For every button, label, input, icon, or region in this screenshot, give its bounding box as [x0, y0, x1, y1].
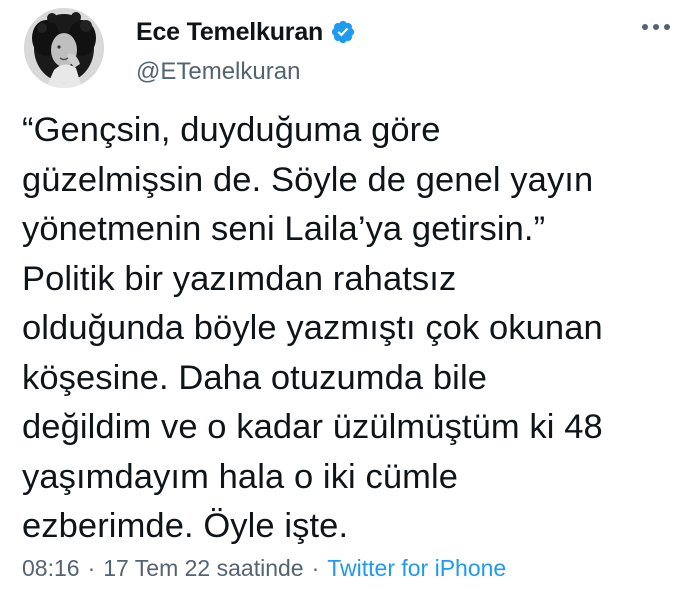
meta-separator: ·: [87, 555, 96, 581]
tweet-time[interactable]: 08:16: [22, 555, 80, 581]
avatar[interactable]: [24, 8, 104, 88]
tweet-text: “Gençsin, duyduğuma göre güzelmişsin de.…: [22, 111, 603, 545]
meta-separator: ·: [311, 555, 320, 581]
name-row: Ece Temelkuran: [136, 14, 356, 50]
author-handle[interactable]: @ETemelkuran: [136, 58, 356, 86]
tweet-meta: 08:16 · 17 Tem 22 saatinde · Twitter for iPh…: [22, 555, 506, 582]
avatar-photo-icon: [24, 8, 104, 88]
display-name[interactable]: Ece Temelkuran: [136, 18, 323, 47]
tweet-source-link[interactable]: Twitter for iPhone: [327, 555, 506, 581]
author-identity: Ece Temelkuran @ETemelkuran: [136, 14, 356, 86]
verified-badge-icon: [330, 19, 356, 45]
tweet-date[interactable]: 17 Tem 22 saatinde: [103, 555, 303, 581]
more-options-icon[interactable]: [638, 12, 674, 42]
tweet-header: Ece Temelkuran @ETemelkuran: [24, 8, 676, 88]
